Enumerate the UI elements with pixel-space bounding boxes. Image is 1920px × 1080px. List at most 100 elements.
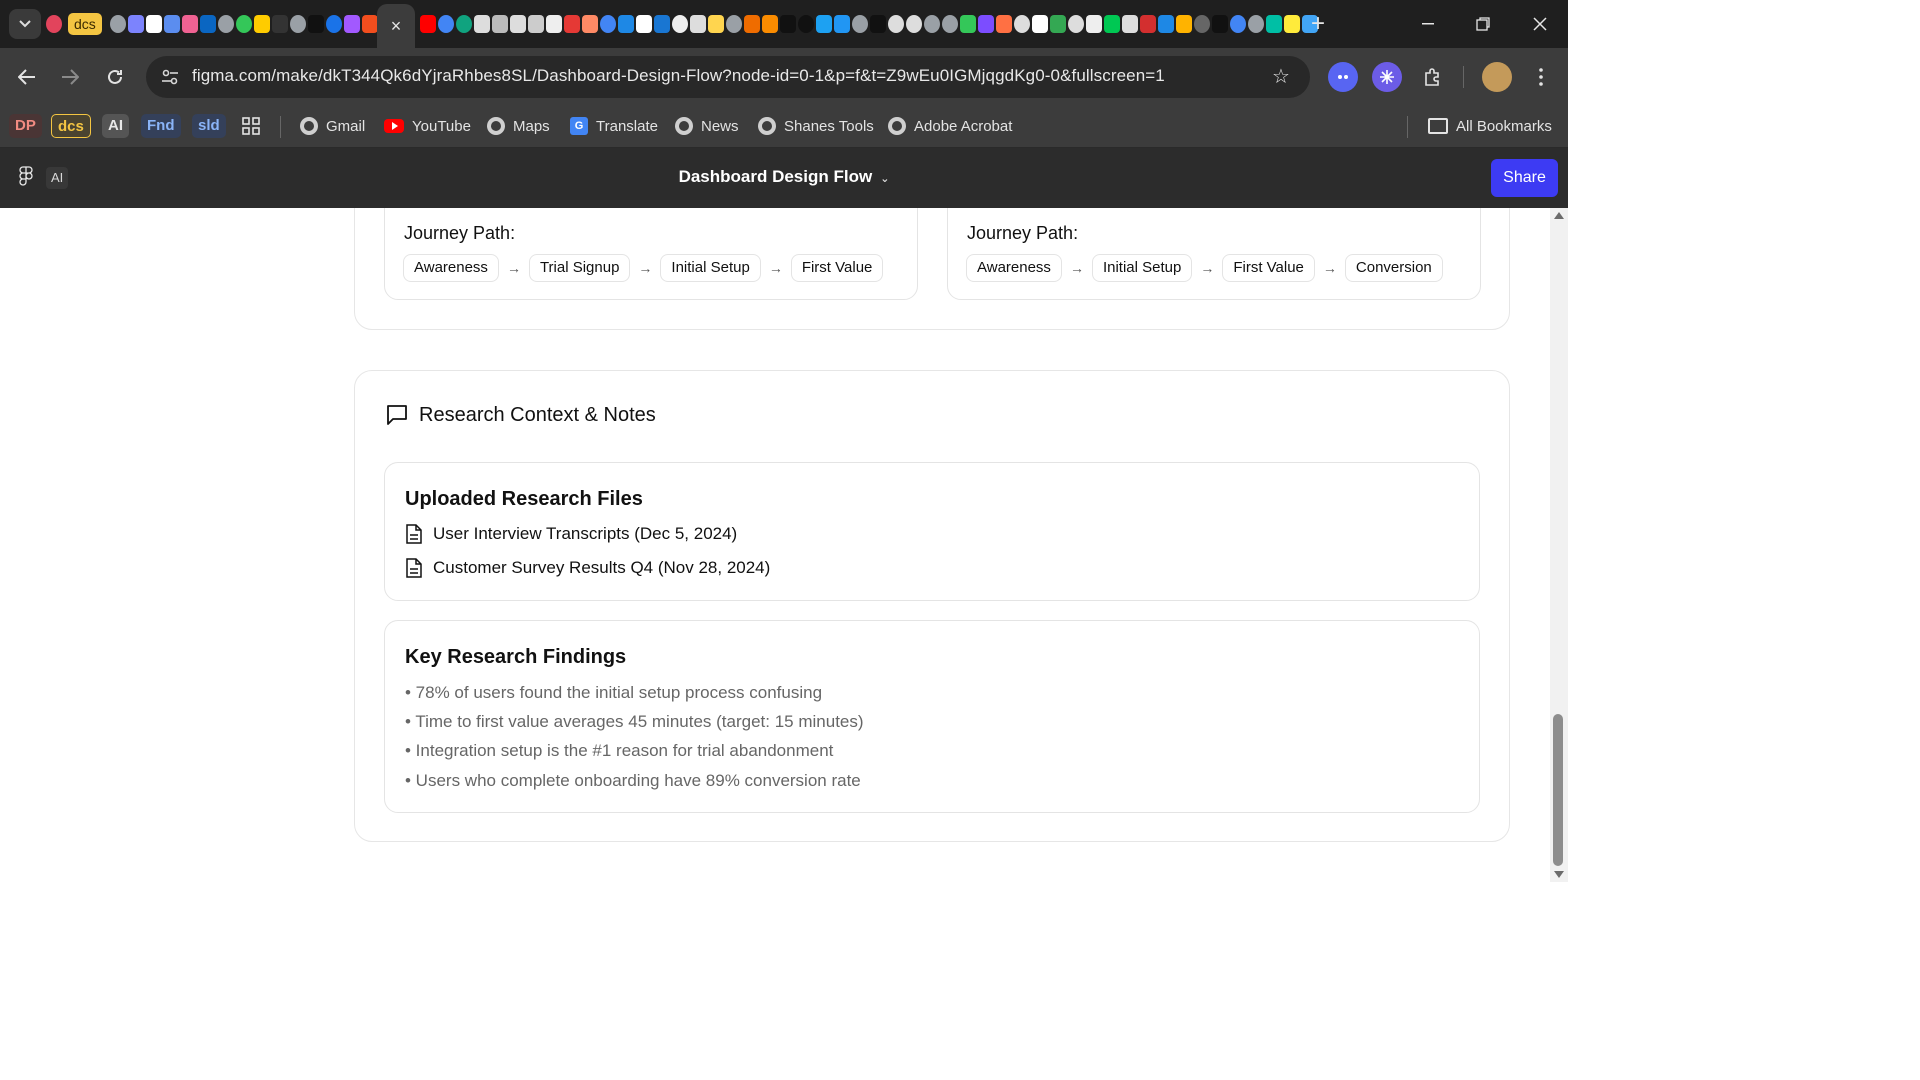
tab-favicon[interactable]	[582, 15, 598, 33]
tab-favicon[interactable]	[145, 15, 162, 33]
tab-favicon[interactable]	[1104, 15, 1120, 33]
scroll-up-arrow-icon[interactable]	[1554, 212, 1564, 219]
file-item[interactable]: Customer Survey Results Q4 (Nov 28, 2024…	[405, 558, 770, 578]
tab-favicon[interactable]	[199, 15, 216, 33]
bookmark-maps[interactable]: Maps	[487, 112, 550, 140]
tab-favicon[interactable]	[109, 15, 126, 33]
minimize-button[interactable]	[1405, 8, 1451, 40]
tab-favicon[interactable]	[420, 15, 436, 33]
address-bar[interactable]: figma.com/make/dkT344Qk6dYjraRhbes8SL/Da…	[146, 56, 1310, 98]
tab-favicon[interactable]	[690, 15, 706, 33]
tab-favicon[interactable]	[744, 15, 760, 33]
tab-favicon[interactable]	[708, 15, 724, 33]
close-window-button[interactable]	[1517, 8, 1563, 40]
tab-favicon[interactable]	[906, 15, 922, 33]
tab-favicon[interactable]	[960, 15, 976, 33]
tab-favicon[interactable]	[528, 15, 544, 33]
bookmark-translate[interactable]: G Translate	[570, 112, 658, 140]
bookmark-adobe-acrobat[interactable]: Adobe Acrobat	[888, 112, 1012, 140]
tab-favicon[interactable]	[217, 15, 234, 33]
bookmark-star-icon[interactable]: ☆	[1268, 64, 1294, 90]
tab-favicon[interactable]	[253, 15, 270, 33]
extensions-puzzle-icon[interactable]	[1418, 62, 1448, 92]
tab-favicon[interactable]	[1122, 15, 1138, 33]
bookmark-gmail[interactable]: Gmail	[300, 112, 365, 140]
bookmark-fnd[interactable]: Fnd	[141, 112, 181, 140]
apps-grid-icon[interactable]	[242, 112, 260, 140]
tab-favicon[interactable]	[924, 15, 940, 33]
tab-favicon[interactable]	[600, 15, 616, 33]
tab-favicon[interactable]	[1014, 15, 1030, 33]
profile-avatar[interactable]	[1482, 62, 1512, 92]
close-tab-icon[interactable]: ×	[391, 16, 402, 37]
tab-favicon[interactable]	[636, 15, 652, 33]
tab-favicon[interactable]	[762, 15, 778, 33]
tab-favicon[interactable]	[672, 15, 688, 33]
reload-button[interactable]	[98, 60, 132, 94]
vertical-scrollbar[interactable]	[1550, 208, 1568, 882]
tab-favicon[interactable]	[492, 15, 508, 33]
tab-favicon[interactable]	[1230, 15, 1246, 33]
tab-favicon[interactable]	[834, 15, 850, 33]
tab-favicon[interactable]	[546, 15, 562, 33]
restore-button[interactable]	[1460, 8, 1506, 40]
extension-icon[interactable]	[1328, 62, 1358, 92]
tab-favicon[interactable]	[816, 15, 832, 33]
tab-favicon[interactable]	[1086, 15, 1102, 33]
bookmark-sld[interactable]: sld	[192, 112, 226, 140]
url-text[interactable]: figma.com/make/dkT344Qk6dYjraRhbes8SL/Da…	[192, 66, 1165, 86]
tab-favicon[interactable]	[1176, 15, 1192, 33]
site-info-icon[interactable]	[158, 65, 182, 89]
tab-favicon[interactable]	[870, 15, 886, 33]
share-button[interactable]: Share	[1491, 159, 1558, 197]
tab-search-button[interactable]	[9, 9, 41, 39]
all-bookmarks-button[interactable]: All Bookmarks	[1428, 112, 1552, 140]
forward-button[interactable]	[53, 60, 87, 94]
tab-favicon[interactable]	[438, 15, 454, 33]
active-tab[interactable]: ×	[377, 4, 415, 48]
tab-favicon[interactable]	[852, 15, 868, 33]
tab-favicon[interactable]	[888, 15, 904, 33]
tab-favicon[interactable]	[1212, 15, 1228, 33]
tab-favicon[interactable]	[181, 15, 198, 33]
tab-favicon[interactable]	[1248, 15, 1264, 33]
tab-favicon[interactable]	[564, 15, 580, 33]
bookmark-dcs[interactable]: dcs	[51, 112, 91, 140]
tab-favicon[interactable]	[1140, 15, 1156, 33]
tab-favicon[interactable]	[325, 15, 342, 33]
tab-favicon[interactable]	[942, 15, 958, 33]
tab-favicon[interactable]	[127, 15, 144, 33]
bookmark-shanes-tools[interactable]: Shanes Tools	[758, 112, 874, 140]
tab-favicon[interactable]	[618, 15, 634, 33]
tab-favicon[interactable]	[163, 15, 180, 33]
tab-favicon[interactable]	[1284, 15, 1300, 33]
tab-favicon[interactable]	[510, 15, 526, 33]
new-tab-button[interactable]: +	[1306, 10, 1330, 38]
tab-favicon[interactable]	[474, 15, 490, 33]
tab-favicon[interactable]	[361, 15, 378, 33]
tab-favicon[interactable]	[271, 15, 288, 33]
tab-favicon[interactable]	[343, 15, 360, 33]
tab-favicon[interactable]	[46, 15, 62, 33]
bookmark-dp[interactable]: DP	[9, 112, 42, 140]
tab-favicon[interactable]	[780, 15, 796, 33]
scroll-down-arrow-icon[interactable]	[1554, 871, 1564, 878]
tab-favicon[interactable]	[1266, 15, 1282, 33]
tab-favicon[interactable]	[654, 15, 670, 33]
tab-favicon[interactable]	[307, 15, 324, 33]
bookmark-news[interactable]: News	[675, 112, 739, 140]
tab-favicon[interactable]	[456, 15, 472, 33]
file-item[interactable]: User Interview Transcripts (Dec 5, 2024)	[405, 524, 737, 544]
tab-favicon[interactable]	[1032, 15, 1048, 33]
scrollbar-thumb[interactable]	[1553, 714, 1563, 866]
tab-favicon[interactable]	[1158, 15, 1174, 33]
tab-favicon[interactable]	[978, 15, 994, 33]
tab-favicon[interactable]	[1068, 15, 1084, 33]
bookmark-youtube[interactable]: YouTube	[384, 112, 471, 140]
tab-favicon[interactable]	[1194, 15, 1210, 33]
tab-dcs-chip[interactable]: dcs	[68, 13, 102, 35]
tab-favicon[interactable]	[1050, 15, 1066, 33]
bookmark-ai[interactable]: AI	[102, 112, 129, 140]
tab-favicon[interactable]	[726, 15, 742, 33]
more-menu-icon[interactable]	[1526, 62, 1556, 92]
